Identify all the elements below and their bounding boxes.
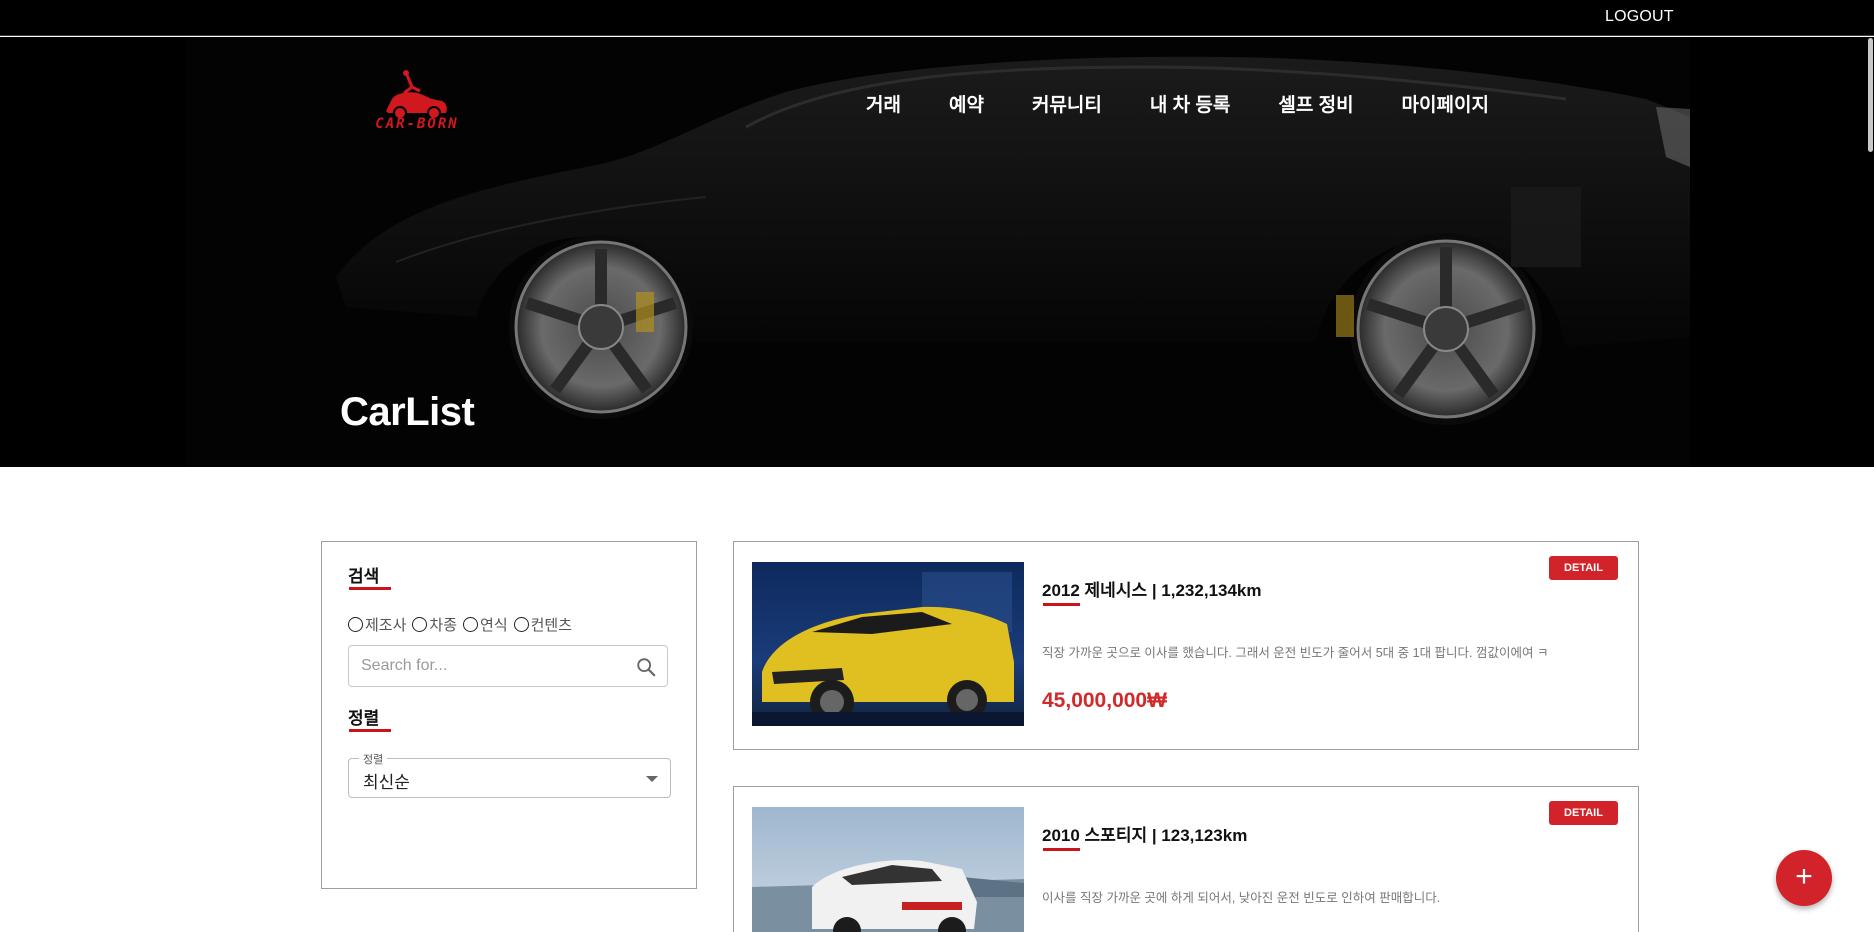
radio-content[interactable]: 컨텐츠 [513,614,573,635]
car-photo-white-suv[interactable] [752,807,1024,932]
search-type-radio-group: 제조사 차종 연식 컨텐츠 [348,614,578,635]
hero-banner: CAR-BORN 거래 예약 커뮤니티 내 차 등록 셀프 정비 마이페이지 C… [0,37,1874,467]
radio-circle-icon[interactable] [463,617,479,632]
search-icon[interactable] [635,656,657,678]
detail-button[interactable]: DETAIL [1549,556,1618,580]
sort-title-underline [349,729,391,732]
sort-select-label: 정렬 [359,751,388,767]
car-listing-card: 2012 제네시스 | 1,232,134km 직장 가까운 곳으로 이사를 했… [733,541,1639,750]
nav-item-mypage[interactable]: 마이페이지 [1402,90,1489,117]
car-title-underline [1043,603,1080,606]
radio-label: 컨텐츠 [530,617,573,634]
add-listing-button[interactable]: + [1776,850,1832,906]
car-title: 2010 스포티지 | 123,123km [1042,826,1248,845]
radio-model[interactable]: 차종 [412,614,457,635]
radio-label: 연식 [480,617,508,634]
car-description: 이사를 직장 가까운 곳에 하게 되어서, 낮아진 운전 빈도로 인하여 판매합… [1042,891,1441,905]
search-input[interactable] [349,646,629,686]
nav-item-trade[interactable]: 거래 [866,90,901,117]
filter-sidebar: 검색 제조사 차종 연식 컨텐츠 정렬 정렬 최신순 [321,541,697,889]
page-title: CarList [340,390,475,434]
car-title-underline [1043,848,1080,851]
logo-text: CAR-BORN [375,116,459,132]
nav-item-register-car[interactable]: 내 차 등록 [1150,90,1230,117]
search-box [348,645,668,687]
radio-manufacturer[interactable]: 제조사 [348,614,406,635]
radio-circle-icon[interactable] [412,617,428,632]
car-description: 직장 가까운 곳으로 이사를 했습니다. 그래서 운전 빈도가 줄어서 5대 중… [1042,646,1549,660]
car-price: 45,000,000₩ [1042,689,1167,712]
radio-year[interactable]: 연식 [463,614,508,635]
main-nav: 거래 예약 커뮤니티 내 차 등록 셀프 정비 마이페이지 [866,90,1537,117]
top-bar: LOGOUT [0,0,1874,36]
sort-select[interactable]: 정렬 최신순 [348,751,671,798]
nav-item-self-maintenance[interactable]: 셀프 정비 [1278,90,1353,117]
nav-item-community[interactable]: 커뮤니티 [1032,90,1102,117]
sort-section-title: 정렬 [348,709,380,728]
detail-button[interactable]: DETAIL [1549,801,1618,825]
scrollbar-thumb[interactable] [1868,38,1873,152]
radio-label: 차종 [429,617,458,634]
scrollbar-track[interactable] [1866,36,1874,932]
sort-select-value: 최신순 [363,773,410,792]
car-title: 2012 제네시스 | 1,232,134km [1042,581,1262,600]
logout-link[interactable]: LOGOUT [1605,8,1674,26]
radio-circle-icon[interactable] [348,617,363,632]
car-listing-card: 2010 스포티지 | 123,123km 이사를 직장 가까운 곳에 하게 되… [733,786,1639,932]
radio-label: 제조사 [365,617,407,634]
chevron-down-icon [646,776,658,782]
nav-item-reservation[interactable]: 예약 [949,90,984,117]
radio-circle-icon[interactable] [513,617,529,632]
search-title-underline [349,587,391,590]
car-photo-yellow-suv[interactable] [752,562,1024,726]
search-section-title: 검색 [348,567,380,586]
page: LOGOUT CAR-BORN 거래 예약 커뮤니티 내 차 등록 셀프 정비 … [0,0,1874,932]
